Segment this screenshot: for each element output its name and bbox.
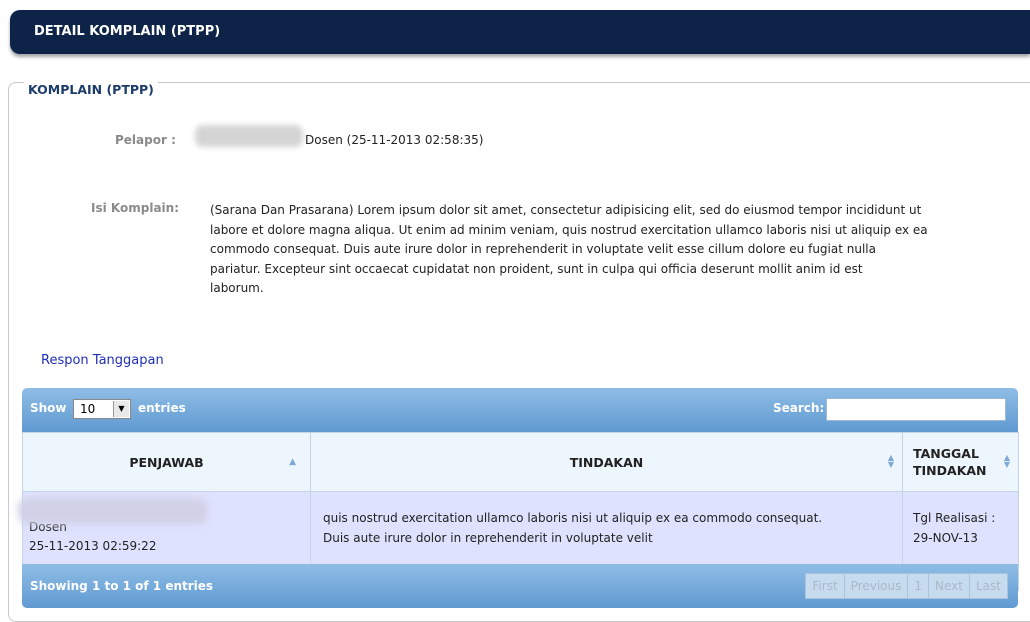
column-label: TINDAKAN [569, 454, 644, 470]
sort-asc-icon: ▲ [289, 457, 296, 467]
page-header: DETAIL KOMPLAIN (PTPP) [10, 10, 1030, 54]
show-label: Show [30, 401, 67, 415]
isi-line: (Sarana Dan Prasarana) Lorem ipsum dolor… [210, 203, 922, 217]
pager-next-button[interactable]: Next [928, 573, 970, 599]
penjawab-date: 25-11-2013 02:59:22 [29, 539, 157, 553]
pager-last-button[interactable]: Last [969, 573, 1008, 599]
pelapor-value: Dosen (25-11-2013 02:58:35) [305, 133, 484, 147]
pager-page-button[interactable]: 1 [907, 573, 930, 599]
isi-komplain-label: Isi Komplain: [91, 201, 179, 215]
column-label: PENJAWAB [129, 454, 204, 470]
entries-length-value: 10 [80, 402, 96, 416]
search-label: Search: [773, 401, 825, 415]
pagination: First Previous 1 Next Last [805, 573, 1008, 599]
fieldset-legend: KOMPLAIN (PTPP) [24, 82, 158, 97]
respon-tanggapan-link[interactable]: Respon Tanggapan [41, 353, 164, 368]
sort-both-icon: ▲ ▼ [1003, 453, 1010, 469]
isi-line: pariatur. Excepteur sint occaecat cupida… [210, 261, 863, 276]
tanggal-line: Tgl Realisasi : [913, 511, 996, 525]
pager-previous-button[interactable]: Previous [843, 573, 909, 599]
pelapor-label: Pelapor : [115, 133, 176, 147]
page-title: DETAIL KOMPLAIN (PTPP) [34, 24, 221, 39]
isi-line: labore et dolore magna aliqua. Ut enim a… [210, 222, 928, 237]
column-header-tanggal[interactable]: TANGGAL TINDAKAN ▲ ▼ [902, 432, 1019, 492]
pager-first-button[interactable]: First [805, 573, 845, 599]
tanggal-line: 29-NOV-13 [913, 531, 978, 545]
column-header-tindakan[interactable]: TINDAKAN ▲ ▼ [310, 432, 903, 492]
redacted-penjawab-blur [18, 498, 208, 524]
table-toolbar: Show 10 ▼ entries Search: [22, 388, 1018, 432]
isi-line: commodo consequat. Duis aute irure dolor… [210, 242, 876, 256]
search-input[interactable] [826, 398, 1006, 421]
tindakan-line: Duis aute irure dolor in reprehenderit i… [323, 531, 653, 545]
redacted-name-blur [195, 125, 303, 147]
isi-komplain-text: (Sarana Dan Prasarana) Lorem ipsum dolor… [210, 201, 1010, 299]
isi-line: laborum. [210, 281, 264, 295]
table-footer: Showing 1 to 1 of 1 entries First Previo… [22, 564, 1018, 608]
column-label: TANGGAL TINDAKAN [913, 446, 987, 478]
column-header-penjawab[interactable]: PENJAWAB ▲ [22, 432, 311, 492]
sort-both-icon: ▲ ▼ [887, 453, 894, 469]
tindakan-line: quis nostrud exercitation ullamco labori… [323, 511, 823, 525]
table-info: Showing 1 to 1 of 1 entries [30, 579, 214, 593]
entries-length-select[interactable]: 10 ▼ [73, 399, 131, 419]
chevron-down-icon[interactable]: ▼ [113, 401, 129, 417]
entries-label: entries [138, 401, 186, 415]
